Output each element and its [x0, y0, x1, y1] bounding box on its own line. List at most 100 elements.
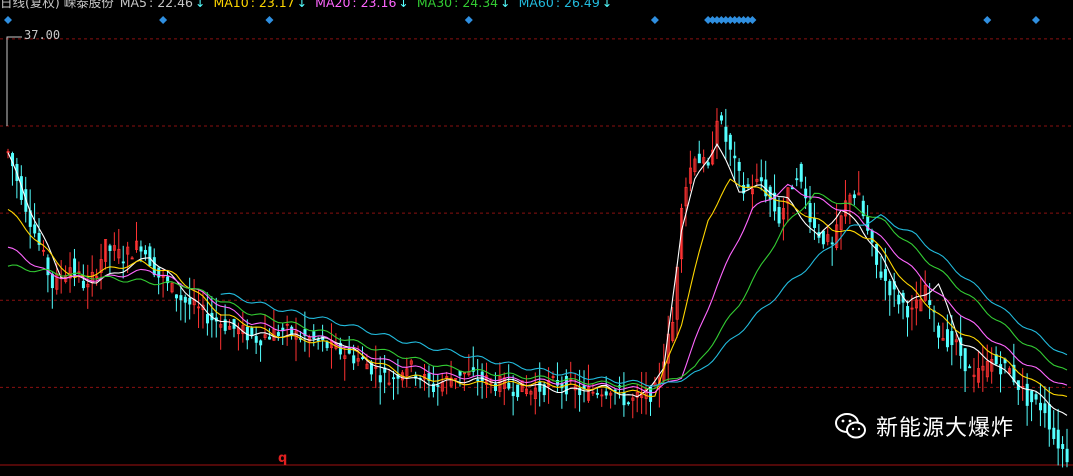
candle-body [179, 295, 183, 301]
candle-body [46, 257, 50, 276]
candle-body [250, 327, 254, 336]
signal-diamond [265, 16, 274, 24]
candle-body [1065, 448, 1069, 463]
candle-body [392, 377, 396, 380]
candle-body [73, 258, 77, 276]
candle-body [595, 392, 599, 395]
candle-body [325, 341, 329, 349]
watermark-text: 新能源大爆炸 [876, 416, 1015, 441]
candle-body [1034, 394, 1038, 400]
candle-body [897, 294, 901, 305]
candle-body [737, 161, 741, 171]
candle-body [316, 339, 320, 342]
candle-body [1061, 444, 1065, 449]
candle-body [174, 294, 178, 299]
candle-body [507, 382, 511, 389]
candle-body [883, 269, 887, 281]
candle-body [254, 336, 258, 343]
ma-legend: 日线(复权) 嵘泰股份 MA5: 22.46 ↓ MA10: 23.17 ↓ MA2… [0, 0, 616, 11]
candle-body [361, 357, 365, 359]
candle-body [733, 155, 737, 159]
signal-diamond [983, 16, 992, 24]
signal-diamond [650, 16, 659, 24]
candle-body [312, 331, 316, 340]
candle-body [626, 402, 630, 405]
candle-body [945, 329, 949, 348]
ma-line-ma30 [7, 192, 1068, 390]
candle-body [152, 257, 156, 276]
candle-body [516, 384, 520, 398]
candle-body [870, 230, 874, 243]
candle-body [777, 207, 781, 224]
max-price-bracket [6, 36, 22, 126]
candle-body [888, 281, 892, 296]
signal-diamond [1031, 16, 1040, 24]
candle-body [50, 273, 54, 289]
candle-body [950, 331, 954, 346]
signal-diamond [159, 16, 168, 24]
candle-body [724, 126, 728, 142]
candle-body [188, 297, 192, 305]
candle-body [1043, 403, 1047, 414]
candle-body [1056, 429, 1060, 449]
candle-body [728, 134, 732, 150]
candle-body [1052, 427, 1056, 439]
candle-body [352, 355, 356, 364]
candle-body [139, 246, 143, 252]
candle-body [999, 364, 1003, 375]
candle-body [959, 337, 963, 356]
candle-body [378, 375, 382, 383]
ma-line-ma20 [7, 183, 1068, 394]
candle-body [268, 336, 272, 340]
candle-body [706, 162, 710, 166]
candle-body [1047, 404, 1051, 430]
kline-chart: 日线(复权) 嵘泰股份 MA5: 22.46 ↓ MA10: 23.17 ↓ MA2… [0, 0, 1073, 472]
candle-body [879, 271, 883, 278]
candle-body [276, 332, 280, 336]
legend-ma30: MA30: 24.34 ↓ [416, 0, 511, 10]
candle-body [121, 261, 125, 264]
wechat-icon [835, 413, 866, 439]
candle-body [259, 340, 263, 346]
candle-body [746, 184, 750, 188]
candle-body [759, 177, 763, 182]
candle-body [830, 242, 834, 245]
max-price-label: 37.00 [24, 28, 61, 42]
candle-body [968, 366, 972, 369]
candle-body [1030, 390, 1034, 403]
candle-body [906, 306, 910, 318]
candle-body [604, 391, 608, 396]
candle-body [813, 217, 817, 228]
candle-body [799, 163, 803, 182]
candle-body [183, 296, 187, 303]
x-axis-marker: q [278, 451, 288, 466]
candle-body [1025, 383, 1029, 406]
candle-body [697, 153, 701, 164]
signal-diamond [464, 16, 473, 24]
candle-body [458, 370, 462, 376]
legend-ma10: MA10: 23.17 ↓ [213, 0, 308, 10]
candle-body [108, 245, 112, 252]
chart-canvas[interactable] [0, 0, 1073, 472]
candle-body [205, 314, 209, 324]
candle-body [928, 300, 932, 306]
candle-body [81, 280, 85, 289]
candle-body [476, 379, 480, 382]
legend-ma5: MA5: 22.46 ↓ [119, 0, 206, 10]
candle-body [719, 115, 723, 121]
signal-diamond [4, 16, 12, 24]
legend-ma60: MA60: 26.49 ↓ [518, 0, 613, 10]
candle-body [143, 249, 147, 255]
candle-body [436, 385, 440, 387]
candle-body [494, 383, 498, 391]
candle-body [148, 246, 152, 267]
candle-body [875, 243, 879, 265]
candle-body [808, 202, 812, 223]
candle-body [511, 391, 515, 397]
legend-ma20: MA20: 23.16 ↓ [315, 0, 409, 10]
candle-body [821, 230, 825, 245]
signal-diamond [748, 16, 757, 24]
ma-line-ma10 [7, 178, 1068, 398]
candle-body [33, 224, 37, 234]
candle-body [963, 348, 967, 372]
